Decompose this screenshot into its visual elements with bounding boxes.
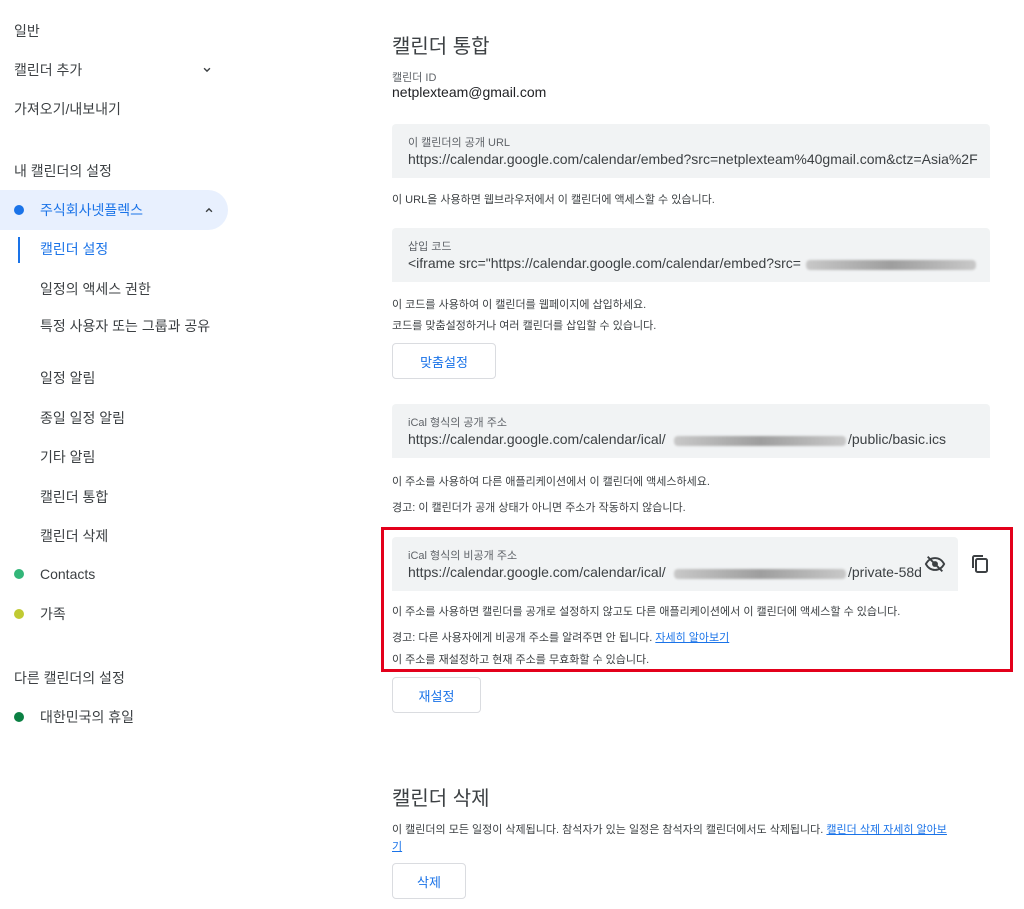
public-url-field[interactable]: 이 캘린더의 공개 URL https://calendar.google.co… bbox=[392, 124, 990, 178]
ical-public-suffix: /public/basic.ics bbox=[848, 431, 947, 447]
my-calendars-heading: 내 캘린더의 설정 bbox=[14, 163, 112, 179]
sub-item-access-permissions[interactable]: 일정의 액세스 권한 bbox=[40, 280, 220, 298]
sub-item-share-with-people[interactable]: 특정 사용자 또는 그룹과 공유 bbox=[40, 317, 220, 335]
embed-code-hint: 코드를 맞춤설정하거나 여러 캘린더를 삽입할 수 있습니다. bbox=[392, 320, 657, 332]
delete-button[interactable]: 삭제 bbox=[392, 863, 466, 899]
highlight-box bbox=[381, 527, 1013, 672]
calendar-color-dot bbox=[14, 609, 24, 619]
calendar-id-value: netplexteam@gmail.com bbox=[392, 84, 547, 100]
active-indicator bbox=[18, 237, 20, 263]
public-url-description: 이 URL을 사용하면 웹브라우저에서 이 캘린더에 액세스할 수 있습니다. bbox=[392, 194, 715, 206]
calendar-item-kr-holidays[interactable]: 대한민국의 휴일 bbox=[0, 697, 228, 737]
ical-public-field[interactable]: iCal 형식의 공개 주소 https://calendar.google.c… bbox=[392, 404, 990, 458]
calendar-item-label: 주식회사넷플렉스 bbox=[40, 202, 144, 218]
sub-item-other-notifications[interactable]: 기타 알림 bbox=[40, 448, 220, 466]
calendar-color-dot bbox=[14, 712, 24, 722]
sub-item-all-day-notifications[interactable]: 종일 일정 알림 bbox=[40, 409, 220, 427]
nav-import-export-label: 가져오기/내보내기 bbox=[14, 101, 121, 117]
remove-learn-more-link[interactable]: 캘린더 삭제 자세히 알아보 bbox=[826, 824, 947, 836]
calendar-color-dot bbox=[14, 569, 24, 579]
calendar-item-label: 대한민국의 휴일 bbox=[40, 709, 135, 725]
ical-public-label: iCal 형식의 공개 주소 bbox=[408, 417, 507, 429]
nav-add-calendar[interactable]: 캘린더 추가 bbox=[0, 60, 228, 80]
nav-general[interactable]: 일반 bbox=[0, 21, 228, 41]
remove-learn-more-link-tail[interactable]: 기 bbox=[392, 841, 402, 853]
reset-button[interactable]: 재설정 bbox=[392, 677, 481, 713]
calendar-item-contacts[interactable]: Contacts bbox=[0, 554, 228, 594]
public-url-label: 이 캘린더의 공개 URL bbox=[408, 137, 511, 149]
chevron-down-icon bbox=[203, 67, 211, 73]
redacted-mask bbox=[806, 260, 976, 270]
sub-item-event-notifications[interactable]: 일정 알림 bbox=[40, 369, 220, 387]
embed-code-field[interactable]: 삽입 코드 <iframe src="https://calendar.goog… bbox=[392, 228, 990, 282]
calendar-item-netplex[interactable]: 주식회사넷플렉스 bbox=[0, 190, 228, 230]
sub-item-remove-calendar[interactable]: 캘린더 삭제 bbox=[40, 527, 220, 545]
nav-general-label: 일반 bbox=[14, 23, 40, 39]
sub-item-integrate-calendar[interactable]: 캘린더 통합 bbox=[40, 488, 220, 506]
customize-button[interactable]: 맞춤설정 bbox=[392, 343, 496, 379]
nav-add-calendar-label: 캘린더 추가 bbox=[14, 62, 83, 78]
nav-import-export[interactable]: 가져오기/내보내기 bbox=[0, 99, 228, 119]
ical-public-description: 이 주소를 사용하여 다른 애플리케이션에서 이 캘린더에 액세스하세요. bbox=[392, 476, 710, 488]
calendar-id-label: 캘린더 ID bbox=[392, 72, 437, 84]
remove-calendar-description: 이 캘린더의 모든 일정이 삭제됩니다. 참석자가 있는 일정은 참석자의 캘린… bbox=[392, 824, 824, 836]
calendar-item-family[interactable]: 가족 bbox=[0, 594, 228, 634]
other-calendars-heading: 다른 캘린더의 설정 bbox=[14, 670, 125, 686]
remove-calendar-title: 캘린더 삭제 bbox=[392, 788, 490, 810]
embed-code-description: 이 코드를 사용하여 이 캘린더를 웹페이지에 삽입하세요. bbox=[392, 299, 647, 311]
calendar-color-dot bbox=[14, 205, 24, 215]
ical-public-prefix: https://calendar.google.com/calendar/ica… bbox=[408, 431, 666, 447]
redacted-mask bbox=[674, 436, 846, 446]
public-url-value: https://calendar.google.com/calendar/emb… bbox=[408, 151, 978, 167]
calendar-item-label: 가족 bbox=[40, 606, 66, 622]
integrate-calendar-title: 캘린더 통합 bbox=[392, 36, 490, 58]
calendar-item-label: Contacts bbox=[40, 566, 96, 582]
embed-code-value: <iframe src="https://calendar.google.com… bbox=[408, 255, 801, 271]
remove-calendar-description-line: 이 캘린더의 모든 일정이 삭제됩니다. 참석자가 있는 일정은 참석자의 캘린… bbox=[392, 821, 947, 837]
remove-learn-more-link-cont[interactable]: 기 bbox=[392, 838, 402, 854]
sub-item-calendar-settings[interactable]: 캘린더 설정 bbox=[40, 240, 220, 258]
embed-code-label: 삽입 코드 bbox=[408, 241, 452, 253]
ical-public-warning: 경고: 이 캘린더가 공개 상태가 아니면 주소가 작동하지 않습니다. bbox=[392, 502, 686, 514]
settings-sidebar: 일반 캘린더 추가 가져오기/내보내기 내 캘린더의 설정 주식회사넷플렉스 캘… bbox=[0, 0, 240, 909]
chevron-up-icon bbox=[205, 207, 213, 213]
